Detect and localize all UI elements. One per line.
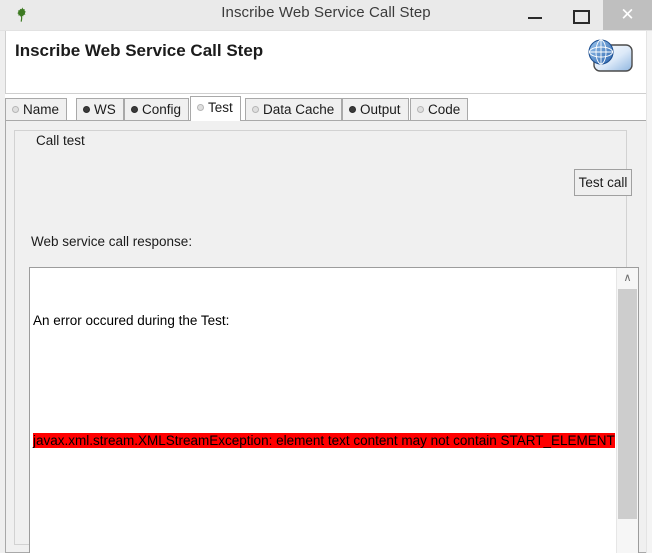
tab-status-dot-ws bbox=[83, 106, 90, 113]
tab-ws[interactable]: WS bbox=[76, 98, 124, 121]
call-test-group-legend: Call test bbox=[32, 133, 89, 148]
tab-status-dot-code bbox=[417, 106, 424, 113]
maximize-button[interactable] bbox=[558, 0, 603, 30]
tab-status-dot-config bbox=[131, 106, 138, 113]
minimize-button[interactable] bbox=[513, 0, 558, 30]
close-icon: ✕ bbox=[620, 5, 635, 25]
tab-output[interactable]: Output bbox=[342, 98, 409, 121]
response-error-line: javax.xml.stream.XMLStreamException: ele… bbox=[33, 431, 617, 451]
tab-data-cache[interactable]: Data Cache bbox=[245, 98, 343, 121]
dialog-body: Inscribe Web Service Call Step Name WS C… bbox=[0, 31, 652, 553]
tab-label-ws: WS bbox=[94, 102, 116, 117]
response-scrollbar[interactable]: ∧ bbox=[616, 268, 638, 553]
dialog-window: Inscribe Web Service Call Step ✕ Inscrib… bbox=[0, 0, 652, 553]
maximize-icon bbox=[573, 10, 590, 24]
minimize-icon bbox=[528, 17, 542, 19]
close-button[interactable]: ✕ bbox=[603, 0, 652, 30]
tab-label-data-cache: Data Cache bbox=[263, 102, 335, 117]
tab-label-name: Name bbox=[23, 102, 60, 117]
response-intro-line: An error occured during the Test: bbox=[33, 313, 230, 328]
response-blank-1 bbox=[33, 371, 617, 391]
response-label: Web service call response: bbox=[31, 234, 193, 249]
test-call-button[interactable]: Test call bbox=[574, 169, 632, 196]
page-title: Inscribe Web Service Call Step bbox=[15, 41, 264, 60]
tab-label-output: Output bbox=[360, 102, 401, 117]
tab-name[interactable]: Name bbox=[5, 98, 68, 121]
tab-status-dot-name bbox=[12, 106, 19, 113]
tab-status-dot-data-cache bbox=[252, 106, 259, 113]
dialog-header: Inscribe Web Service Call Step bbox=[5, 31, 647, 94]
web-service-globe-icon bbox=[584, 37, 636, 77]
tab-config[interactable]: Config bbox=[124, 98, 190, 121]
response-blank-2 bbox=[33, 491, 617, 511]
tab-label-config: Config bbox=[142, 102, 182, 117]
tab-panel-test: Call test Test call Web service call res… bbox=[5, 120, 647, 553]
tab-code[interactable]: Code bbox=[410, 98, 469, 121]
tab-status-dot-test bbox=[197, 104, 204, 111]
tab-label-code: Code bbox=[428, 102, 461, 117]
tab-status-dot-output bbox=[349, 106, 356, 113]
tab-test[interactable]: Test bbox=[190, 96, 241, 121]
scroll-up-icon[interactable]: ∧ bbox=[617, 268, 638, 288]
scrollbar-thumb[interactable] bbox=[618, 289, 637, 519]
response-text[interactable]: An error occured during the Test: javax.… bbox=[30, 268, 617, 553]
call-test-group: Call test Test call Web service call res… bbox=[14, 130, 639, 553]
title-bar: Inscribe Web Service Call Step ✕ bbox=[0, 0, 652, 31]
tab-bar: Name WS Config Test Data Cache Output Co… bbox=[5, 94, 647, 121]
error-highlight: javax.xml.stream.XMLStreamException: ele… bbox=[33, 433, 615, 448]
response-textarea[interactable]: An error occured during the Test: javax.… bbox=[29, 267, 639, 553]
dialog-scrollbar[interactable] bbox=[646, 31, 652, 553]
tab-label-test: Test bbox=[208, 100, 233, 115]
